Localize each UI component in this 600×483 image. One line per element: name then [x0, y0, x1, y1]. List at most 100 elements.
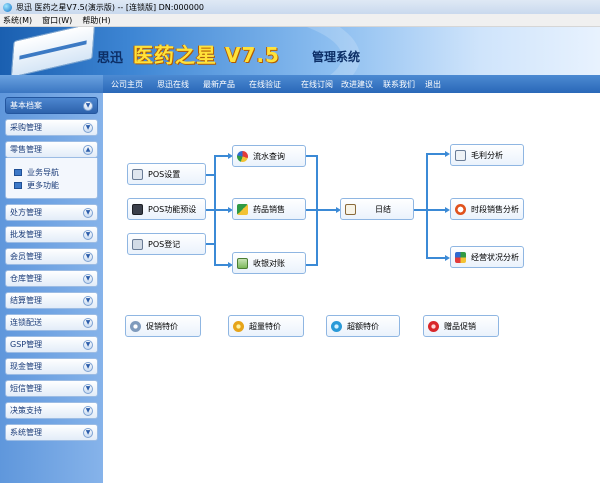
- chevron-down-icon[interactable]: ▼: [83, 296, 93, 306]
- ledger-icon: [237, 257, 248, 269]
- node-period-sales-analysis[interactable]: 时段销售分析: [450, 198, 524, 220]
- connector: [306, 264, 316, 266]
- sidebar-item-warehouse[interactable]: 仓库管理 ▼: [5, 270, 98, 287]
- connector: [214, 209, 229, 211]
- node-pos-setup[interactable]: POS设置: [127, 163, 206, 185]
- window-title: 思迅 医药之星V7.5(演示版) -- [连锁版] DN:000000: [16, 2, 205, 12]
- menu-bar: 系统(M) 窗口(W) 帮助(H): [0, 14, 600, 27]
- connector: [206, 209, 214, 211]
- nav-suggestions[interactable]: 改进建议: [341, 79, 373, 90]
- app-logo-icon: [3, 2, 12, 12]
- node-business-status-analysis[interactable]: 经营状况分析: [450, 246, 524, 268]
- nav-exit[interactable]: 退出: [425, 79, 441, 90]
- keyboard-icon: [132, 203, 143, 215]
- sidebar-item-cash[interactable]: 现金管理 ▼: [5, 358, 98, 375]
- connector: [306, 209, 316, 211]
- title-bar: 思迅 医药之星V7.5(演示版) -- [连锁版] DN:000000: [0, 0, 600, 14]
- chevron-down-icon[interactable]: ▼: [83, 252, 93, 262]
- nav-new-products[interactable]: 最新产品: [203, 79, 235, 90]
- retail-submenu: 业务导航 更多功能: [5, 158, 98, 199]
- nav-online-verify[interactable]: 在线验证: [249, 79, 281, 90]
- sidebar-item-chain-distribution[interactable]: 连锁配送 ▼: [5, 314, 98, 331]
- sidebar-item-settlement[interactable]: 结算管理 ▼: [5, 292, 98, 309]
- promo-bulk-quantity[interactable]: 超量特价: [228, 315, 304, 337]
- app-window: 思迅 医药之星V7.5(演示版) -- [连锁版] DN:000000 系统(M…: [0, 0, 600, 483]
- chart-pie-icon: [237, 150, 248, 162]
- node-pos-function-keys[interactable]: POS功能预设: [127, 198, 206, 220]
- chevron-down-icon[interactable]: ▼: [83, 384, 93, 394]
- sidebar-item-wholesale[interactable]: 批发管理 ▼: [5, 226, 98, 243]
- chevron-up-icon[interactable]: ▲: [83, 145, 93, 155]
- connector: [426, 153, 446, 155]
- sidebar-item-members[interactable]: 会员管理 ▼: [5, 248, 98, 265]
- chevron-down-icon[interactable]: ▼: [83, 208, 93, 218]
- chevron-down-icon[interactable]: ▼: [83, 340, 93, 350]
- flower-icon: [233, 320, 244, 332]
- menu-system[interactable]: 系统(M): [3, 15, 32, 26]
- sidebar-item-sms[interactable]: 短信管理 ▼: [5, 380, 98, 397]
- top-nav: 公司主页 思迅在线 最新产品 在线验证 在线订阅 改进建议 联系我们 退出: [103, 75, 600, 93]
- brand-product: 医药之星 V7.5: [133, 43, 280, 67]
- node-cash-reconcile[interactable]: 收银对账: [232, 252, 306, 274]
- chevron-down-icon[interactable]: ▼: [83, 362, 93, 372]
- connector: [214, 155, 229, 157]
- flower-icon: [331, 320, 342, 332]
- promo-special-price[interactable]: 促销特价: [125, 315, 201, 337]
- nav-contact[interactable]: 联系我们: [383, 79, 415, 90]
- nav-online[interactable]: 思迅在线: [157, 79, 189, 90]
- node-daily-close[interactable]: 日结: [340, 198, 414, 220]
- book-icon: [345, 203, 356, 215]
- sidebar-item-decision-support[interactable]: 决策支持 ▼: [5, 402, 98, 419]
- flower-icon: [130, 320, 141, 332]
- promo-gift[interactable]: 赠品促销: [423, 315, 499, 337]
- pos-register-icon: [132, 238, 143, 250]
- sidebar-item-gsp[interactable]: GSP管理 ▼: [5, 336, 98, 353]
- chevron-down-icon[interactable]: ▼: [83, 230, 93, 240]
- nav-left-spacer: [0, 75, 103, 93]
- pos-terminal-icon: [132, 168, 143, 180]
- menu-help[interactable]: 帮助(H): [82, 15, 110, 26]
- sidebar-item-basic-archives[interactable]: 基本档案 ▼: [5, 97, 98, 114]
- line-chart-icon: [455, 149, 466, 161]
- nav-online-subscribe[interactable]: 在线订阅: [301, 79, 333, 90]
- chevron-down-icon[interactable]: ▼: [83, 274, 93, 284]
- connector: [426, 153, 428, 259]
- header-banner: 思迅 医药之星 V7.5 管理系统: [0, 27, 600, 75]
- connector: [414, 209, 426, 211]
- sidebar-item-prescription[interactable]: 处方管理 ▼: [5, 204, 98, 221]
- clock-icon: [455, 203, 466, 215]
- connector: [316, 209, 337, 211]
- chevron-down-icon[interactable]: ▼: [83, 318, 93, 328]
- chevron-down-icon[interactable]: ▼: [83, 123, 93, 133]
- chevron-down-icon[interactable]: ▼: [83, 101, 93, 111]
- chevron-down-icon[interactable]: ▼: [83, 428, 93, 438]
- brand-suffix: 管理系统: [312, 50, 361, 64]
- menu-window[interactable]: 窗口(W): [42, 15, 72, 26]
- connector: [206, 174, 214, 176]
- chevron-down-icon[interactable]: ▼: [83, 406, 93, 416]
- sidebar-item-system[interactable]: 系统管理 ▼: [5, 424, 98, 441]
- monitor-icon: [14, 169, 22, 176]
- sidebar-item-purchase[interactable]: 采购管理 ▼: [5, 119, 98, 136]
- connector: [214, 264, 229, 266]
- brand-company: 思迅: [97, 51, 124, 66]
- promo-over-amount[interactable]: 超额特价: [326, 315, 400, 337]
- connector: [426, 209, 446, 211]
- grid-chart-icon: [455, 251, 466, 263]
- node-flow-query[interactable]: 流水查询: [232, 145, 306, 167]
- node-pos-login[interactable]: POS登记: [127, 233, 206, 255]
- sidebar: 基本档案 ▼ 采购管理 ▼ 零售管理 ▲ 业务导航 更多功能 处方管理 ▼ 批发: [0, 93, 103, 483]
- connector: [206, 243, 214, 245]
- submenu-item-business-nav[interactable]: 业务导航: [14, 166, 97, 179]
- submenu-item-more-functions[interactable]: 更多功能: [14, 179, 97, 192]
- monitor-icon: [14, 182, 22, 189]
- connector: [426, 257, 446, 259]
- sidebar-item-retail[interactable]: 零售管理 ▲: [5, 141, 98, 158]
- pill-icon: [237, 203, 248, 215]
- business-flow-panel: POS设置 POS功能预设 POS登记 流水查询 药品销售 收银对账 日结 毛利…: [103, 93, 600, 483]
- node-drug-sales[interactable]: 药品销售: [232, 198, 306, 220]
- flower-icon: [428, 320, 439, 332]
- nav-company-home[interactable]: 公司主页: [111, 79, 143, 90]
- connector: [306, 155, 316, 157]
- node-gross-profit-analysis[interactable]: 毛利分析: [450, 144, 524, 166]
